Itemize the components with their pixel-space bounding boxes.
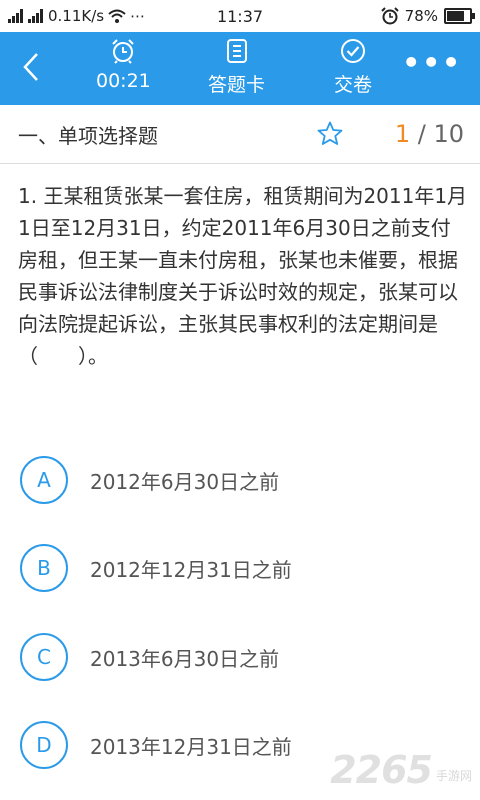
wifi-icon — [108, 9, 126, 23]
progress-total: 10 — [433, 120, 464, 148]
option-text: 2013年12月31日之前 — [90, 734, 292, 759]
back-button[interactable] — [14, 50, 48, 84]
option-a[interactable]: A 2012年6月30日之前 — [20, 454, 460, 506]
status-bar: 0.11K/s ⋯ 11:37 78% — [0, 0, 480, 32]
progress-separator: / — [410, 120, 434, 148]
question-progress: 1 / 10 — [395, 120, 464, 148]
timer: 00:21 — [96, 38, 151, 92]
submit-label: 交卷 — [334, 74, 373, 96]
question-text: 1. 王某租赁张某一套住房，租赁期间为2011年1月1日至12月31日，约定20… — [18, 184, 468, 368]
timer-value: 00:21 — [96, 70, 151, 92]
option-text: 2012年12月31日之前 — [90, 557, 292, 582]
option-text: 2013年6月30日之前 — [90, 646, 280, 671]
status-more: ⋯ — [130, 7, 146, 25]
status-right: 78% — [380, 7, 480, 25]
chevron-left-icon — [23, 53, 38, 81]
battery-icon — [444, 8, 475, 24]
exam-toolbar: 00:21 答题卡 交卷 ••• — [0, 32, 480, 105]
alarm-clock-icon — [112, 39, 135, 64]
progress-current: 1 — [394, 120, 411, 148]
more-menu-button[interactable]: ••• — [402, 49, 462, 77]
section-header: 一、单项选择题 1 / 10 — [0, 105, 480, 164]
answer-card-label: 答题卡 — [208, 74, 266, 96]
star-icon[interactable] — [316, 120, 344, 148]
option-b[interactable]: B 2012年12月31日之前 — [20, 542, 460, 594]
signal-icon — [8, 9, 24, 23]
option-letter: B — [20, 544, 68, 592]
watermark-logo: 2265 手游网 — [330, 748, 472, 792]
option-c[interactable]: C 2013年6月30日之前 — [20, 631, 460, 683]
answer-sheet-icon — [226, 39, 247, 63]
option-letter: C — [20, 633, 68, 681]
option-letter: A — [20, 456, 68, 504]
option-text: 2012年6月30日之前 — [90, 469, 280, 494]
signal-icon-2 — [28, 9, 44, 23]
network-speed: 0.11K/s — [48, 7, 105, 25]
alarm-icon — [380, 7, 399, 25]
battery-percent: 78% — [404, 7, 438, 25]
watermark-number: 2265 — [330, 748, 433, 792]
check-circle-icon — [341, 39, 365, 63]
answer-card-button[interactable]: 答题卡 — [208, 38, 265, 97]
option-letter: D — [20, 721, 68, 769]
status-left: 0.11K/s ⋯ — [0, 7, 145, 25]
submit-button[interactable]: 交卷 — [334, 38, 372, 97]
watermark-sub: 手游网 — [435, 769, 472, 783]
section-title: 一、单项选择题 — [18, 123, 158, 148]
